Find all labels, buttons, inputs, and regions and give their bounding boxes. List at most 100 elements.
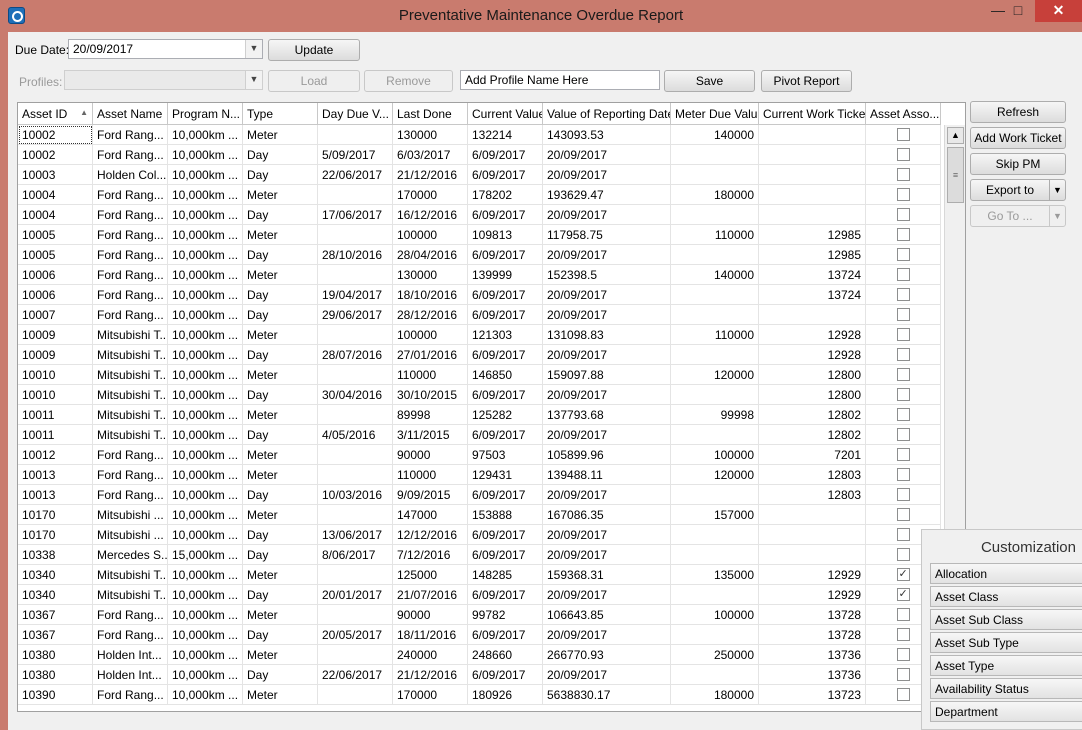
table-cell[interactable]: 10,000km ... xyxy=(168,525,243,545)
table-cell[interactable]: 20/09/2017 xyxy=(543,305,671,325)
table-cell[interactable] xyxy=(759,125,866,145)
table-cell[interactable] xyxy=(318,225,393,245)
asset-associated-cell[interactable] xyxy=(866,465,941,485)
table-cell[interactable]: 16/12/2016 xyxy=(393,205,468,225)
table-cell[interactable]: 121303 xyxy=(468,325,543,345)
table-cell[interactable]: 12803 xyxy=(759,465,866,485)
table-cell[interactable] xyxy=(671,345,759,365)
table-cell[interactable]: 28/07/2016 xyxy=(318,345,393,365)
column-header[interactable]: Type xyxy=(243,103,318,125)
table-cell[interactable] xyxy=(759,525,866,545)
table-row[interactable]: 10340 Mitsubishi T... 10,000km ... Meter 125… xyxy=(18,565,941,585)
asset-associated-checkbox[interactable] xyxy=(896,548,910,561)
asset-associated-cell[interactable] xyxy=(866,505,941,525)
asset-associated-cell[interactable] xyxy=(866,425,941,445)
table-row[interactable]: 10010 Mitsubishi T... 10,000km ... Day 30/04… xyxy=(18,385,941,405)
table-cell[interactable] xyxy=(318,325,393,345)
scroll-thumb[interactable]: ≡ xyxy=(947,147,964,203)
table-row[interactable]: 10002 Ford Rang... 10,000km ... Meter 130000… xyxy=(18,125,941,145)
table-cell[interactable] xyxy=(318,125,393,145)
table-cell[interactable]: 29/06/2017 xyxy=(318,305,393,325)
table-cell[interactable]: 266770.93 xyxy=(543,645,671,665)
customization-item-availability-status[interactable]: Availability Status xyxy=(930,678,1082,699)
table-cell[interactable]: Ford Rang... xyxy=(93,145,168,165)
table-cell[interactable]: 99782 xyxy=(468,605,543,625)
table-cell[interactable]: 12803 xyxy=(759,485,866,505)
asset-associated-checkbox[interactable] xyxy=(896,528,910,541)
table-cell[interactable]: 180000 xyxy=(671,185,759,205)
table-row[interactable]: 10004 Ford Rang... 10,000km ... Meter 170000… xyxy=(18,185,941,205)
table-cell[interactable]: Meter xyxy=(243,565,318,585)
customization-item-asset-sub-type[interactable]: Asset Sub Type xyxy=(930,632,1082,653)
table-cell[interactable]: 10,000km ... xyxy=(168,345,243,365)
table-cell[interactable]: Ford Rang... xyxy=(93,265,168,285)
column-header[interactable]: Last Done xyxy=(393,103,468,125)
table-cell[interactable]: 20/05/2017 xyxy=(318,625,393,645)
table-cell[interactable]: 248660 xyxy=(468,645,543,665)
table-cell[interactable]: 20/09/2017 xyxy=(543,205,671,225)
table-cell[interactable]: 106643.85 xyxy=(543,605,671,625)
table-cell[interactable]: 140000 xyxy=(671,125,759,145)
table-cell[interactable]: Mitsubishi T... xyxy=(93,565,168,585)
table-cell[interactable]: 10,000km ... xyxy=(168,305,243,325)
table-row[interactable]: 10390 Ford Rang... 10,000km ... Meter 170000… xyxy=(18,685,941,705)
table-cell[interactable]: 20/09/2017 xyxy=(543,245,671,265)
skip-pm-button[interactable]: Skip PM xyxy=(970,153,1066,175)
asset-associated-checkbox[interactable] xyxy=(896,308,910,321)
table-cell[interactable]: 12929 xyxy=(759,565,866,585)
customization-item-asset-type[interactable]: Asset Type xyxy=(930,655,1082,676)
table-cell[interactable]: 10,000km ... xyxy=(168,365,243,385)
table-cell[interactable]: 6/03/2017 xyxy=(393,145,468,165)
refresh-button[interactable]: Refresh xyxy=(970,101,1066,123)
table-cell[interactable]: 10380 xyxy=(18,645,93,665)
table-cell[interactable]: 10170 xyxy=(18,525,93,545)
table-cell[interactable]: 12928 xyxy=(759,325,866,345)
table-cell[interactable]: 12800 xyxy=(759,365,866,385)
table-cell[interactable]: 10,000km ... xyxy=(168,625,243,645)
table-cell[interactable]: 110000 xyxy=(393,465,468,485)
table-cell[interactable]: 20/09/2017 xyxy=(543,665,671,685)
table-row[interactable]: 10006 Ford Rang... 10,000km ... Day 19/04/20… xyxy=(18,285,941,305)
table-row[interactable]: 10011 Mitsubishi T... 10,000km ... Day 4/05/… xyxy=(18,425,941,445)
table-cell[interactable]: 10390 xyxy=(18,685,93,705)
asset-associated-cell[interactable] xyxy=(866,485,941,505)
table-cell[interactable]: Meter xyxy=(243,685,318,705)
table-cell[interactable] xyxy=(671,485,759,505)
title-bar[interactable]: Preventative Maintenance Overdue Report … xyxy=(0,0,1082,32)
asset-associated-cell[interactable] xyxy=(866,185,941,205)
column-header[interactable]: Day Due V... xyxy=(318,103,393,125)
table-cell[interactable]: Day xyxy=(243,425,318,445)
asset-associated-checkbox[interactable] xyxy=(896,128,910,141)
table-cell[interactable]: 6/09/2017 xyxy=(468,145,543,165)
table-cell[interactable]: Ford Rang... xyxy=(93,605,168,625)
table-cell[interactable]: 28/10/2016 xyxy=(318,245,393,265)
table-cell[interactable]: 7/12/2016 xyxy=(393,545,468,565)
table-cell[interactable]: 10,000km ... xyxy=(168,385,243,405)
table-cell[interactable] xyxy=(671,305,759,325)
asset-associated-checkbox[interactable] xyxy=(896,508,910,521)
table-cell[interactable]: 9/09/2015 xyxy=(393,485,468,505)
table-cell[interactable]: 10,000km ... xyxy=(168,565,243,585)
table-cell[interactable]: 20/09/2017 xyxy=(543,545,671,565)
customization-item-asset-sub-class[interactable]: Asset Sub Class xyxy=(930,609,1082,630)
asset-associated-checkbox[interactable] xyxy=(896,388,910,401)
asset-associated-cell[interactable] xyxy=(866,445,941,465)
column-header[interactable]: Current Value xyxy=(468,103,543,125)
asset-associated-cell[interactable] xyxy=(866,225,941,245)
table-cell[interactable]: 10340 xyxy=(18,565,93,585)
table-cell[interactable]: 10013 xyxy=(18,465,93,485)
table-cell[interactable]: 10,000km ... xyxy=(168,285,243,305)
table-cell[interactable]: Meter xyxy=(243,185,318,205)
table-cell[interactable]: 137793.68 xyxy=(543,405,671,425)
table-cell[interactable]: 10006 xyxy=(18,265,93,285)
table-cell[interactable]: Meter xyxy=(243,505,318,525)
table-cell[interactable]: Day xyxy=(243,165,318,185)
table-cell[interactable]: Mitsubishi T... xyxy=(93,345,168,365)
table-cell[interactable]: 159097.88 xyxy=(543,365,671,385)
table-row[interactable]: 10007 Ford Rang... 10,000km ... Day 29/06/20… xyxy=(18,305,941,325)
table-cell[interactable]: 120000 xyxy=(671,465,759,485)
asset-associated-checkbox[interactable] xyxy=(896,208,910,221)
table-cell[interactable]: 6/09/2017 xyxy=(468,345,543,365)
table-cell[interactable]: 3/11/2015 xyxy=(393,425,468,445)
table-cell[interactable]: 109813 xyxy=(468,225,543,245)
